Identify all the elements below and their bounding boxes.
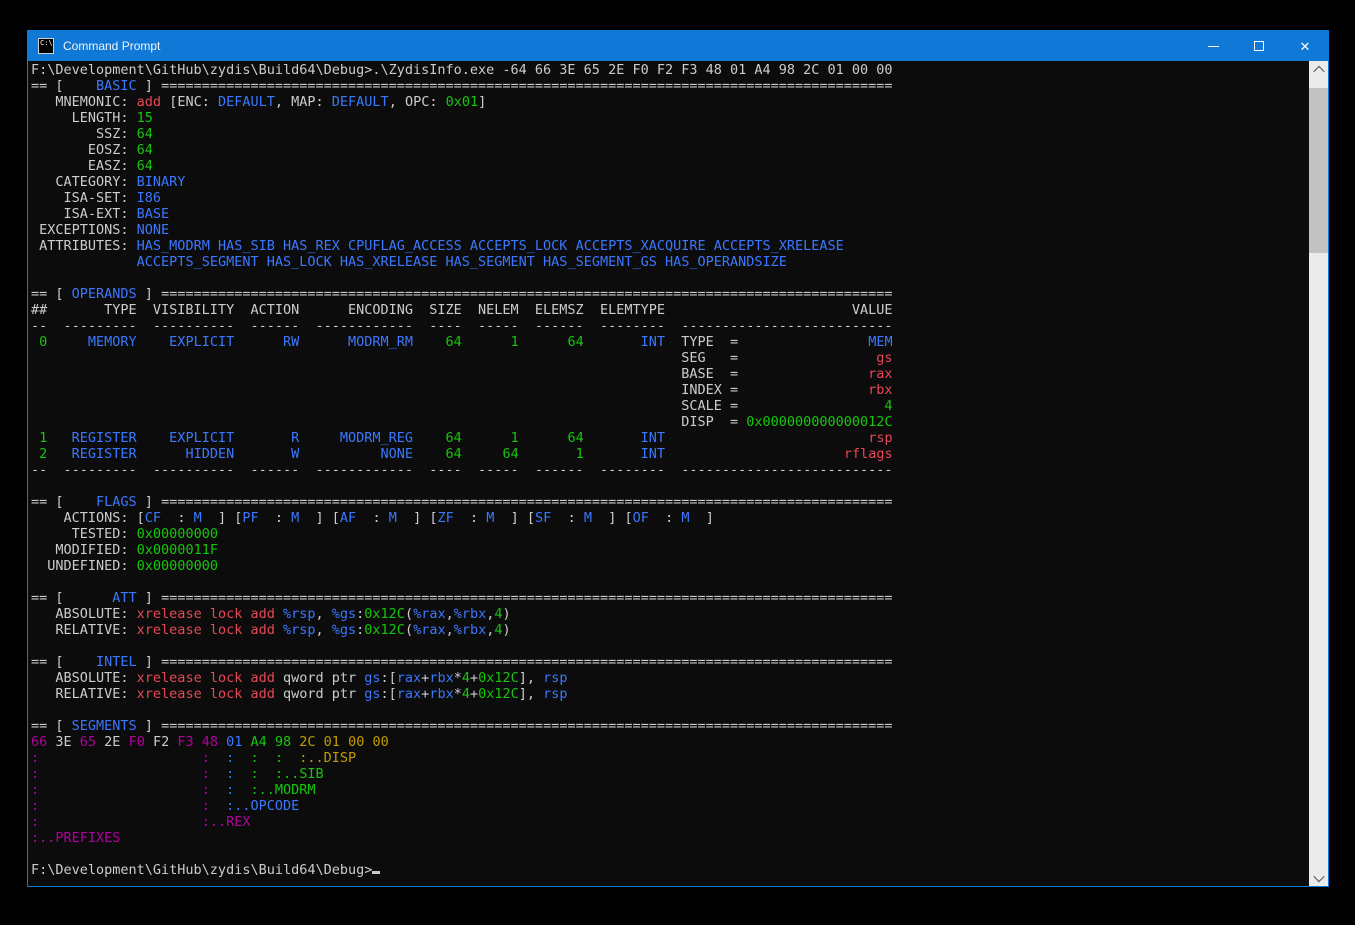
terminal-line: UNDEFINED: 0x00000000 xyxy=(31,558,1309,574)
scroll-down-button[interactable] xyxy=(1309,869,1328,886)
window-title: Command Prompt xyxy=(63,39,1190,53)
chevron-up-icon xyxy=(1313,65,1324,76)
terminal-line: == [ INTEL ] ===========================… xyxy=(31,654,1309,670)
terminal-line xyxy=(31,478,1309,494)
terminal-line: == [ SEGMENTS ] ========================… xyxy=(31,718,1309,734)
chevron-down-icon xyxy=(1313,870,1324,881)
terminal-line: EASZ: 64 xyxy=(31,158,1309,174)
terminal-line: == [ FLAGS ] ===========================… xyxy=(31,494,1309,510)
terminal-line: F:\Development\GitHub\zydis\Build64\Debu… xyxy=(31,862,1309,878)
terminal-line: -- --------- ---------- ------ ---------… xyxy=(31,318,1309,334)
terminal-line xyxy=(31,702,1309,718)
terminal-line: : : : :..MODRM xyxy=(31,782,1309,798)
terminal-line: SSZ: 64 xyxy=(31,126,1309,142)
terminal-line: EOSZ: 64 xyxy=(31,142,1309,158)
cmd-icon-text: C:\ xyxy=(40,39,53,47)
terminal-line: DISP = 0x000000000000012C xyxy=(31,414,1309,430)
terminal-line xyxy=(31,638,1309,654)
terminal-line: == [ BASIC ] ===========================… xyxy=(31,78,1309,94)
vertical-scrollbar[interactable] xyxy=(1309,61,1328,886)
terminal-line: ACCEPTS_SEGMENT HAS_LOCK HAS_XRELEASE HA… xyxy=(31,254,1309,270)
terminal-line: == [ ATT ] =============================… xyxy=(31,590,1309,606)
cmd-icon: C:\ xyxy=(38,38,54,54)
terminal-line: SEG = gs xyxy=(31,350,1309,366)
terminal-line: : : :..OPCODE xyxy=(31,798,1309,814)
terminal-line: 1 REGISTER EXPLICIT R MODRM_REG 64 1 64 … xyxy=(31,430,1309,446)
window-controls: ✕ xyxy=(1190,31,1328,61)
terminal-line xyxy=(31,574,1309,590)
close-button[interactable]: ✕ xyxy=(1282,31,1328,61)
terminal-line: EXCEPTIONS: NONE xyxy=(31,222,1309,238)
terminal-line: MODIFIED: 0x0000011F xyxy=(31,542,1309,558)
terminal-line: BASE = rax xyxy=(31,366,1309,382)
text-cursor xyxy=(372,871,380,874)
terminal-line: : :..REX xyxy=(31,814,1309,830)
terminal-line: : : : : : :..DISP xyxy=(31,750,1309,766)
terminal-line: MNEMONIC: add [ENC: DEFAULT, MAP: DEFAUL… xyxy=(31,94,1309,110)
terminal-line: ABSOLUTE: xrelease lock add %rsp, %gs:0x… xyxy=(31,606,1309,622)
title-bar[interactable]: C:\ Command Prompt ✕ xyxy=(28,31,1328,61)
terminal-line: ISA-SET: I86 xyxy=(31,190,1309,206)
terminal-line xyxy=(31,846,1309,862)
terminal-line: ## TYPE VISIBILITY ACTION ENCODING SIZE … xyxy=(31,302,1309,318)
minimize-icon xyxy=(1208,46,1219,47)
console-output[interactable]: F:\Development\GitHub\zydis\Build64\Debu… xyxy=(28,61,1309,886)
terminal-line: 2 REGISTER HIDDEN W NONE 64 64 1 INT rfl… xyxy=(31,446,1309,462)
terminal-line: ATTRIBUTES: HAS_MODRM HAS_SIB HAS_REX CP… xyxy=(31,238,1309,254)
terminal-line: -- --------- ---------- ------ ---------… xyxy=(31,462,1309,478)
terminal-line: ACTIONS: [CF : M ] [PF : M ] [AF : M ] [… xyxy=(31,510,1309,526)
terminal-line: CATEGORY: BINARY xyxy=(31,174,1309,190)
terminal-line: ISA-EXT: BASE xyxy=(31,206,1309,222)
terminal-line: : : : : :..SIB xyxy=(31,766,1309,782)
terminal-line: 0 MEMORY EXPLICIT RW MODRM_RM 64 1 64 IN… xyxy=(31,334,1309,350)
scroll-up-button[interactable] xyxy=(1309,61,1328,78)
terminal-line: 66 3E 65 2E F0 F2 F3 48 01 A4 98 2C 01 0… xyxy=(31,734,1309,750)
scrollbar-thumb[interactable] xyxy=(1309,88,1328,253)
terminal-line: ABSOLUTE: xrelease lock add qword ptr gs… xyxy=(31,670,1309,686)
terminal-line: LENGTH: 15 xyxy=(31,110,1309,126)
terminal-line: :..PREFIXES xyxy=(31,830,1309,846)
terminal-line: RELATIVE: xrelease lock add %rsp, %gs:0x… xyxy=(31,622,1309,638)
terminal-line xyxy=(31,270,1309,286)
terminal-line: RELATIVE: xrelease lock add qword ptr gs… xyxy=(31,686,1309,702)
terminal-line: TESTED: 0x00000000 xyxy=(31,526,1309,542)
terminal-line: INDEX = rbx xyxy=(31,382,1309,398)
terminal-line: == [ OPERANDS ] ========================… xyxy=(31,286,1309,302)
maximize-icon xyxy=(1254,41,1264,51)
terminal-line: F:\Development\GitHub\zydis\Build64\Debu… xyxy=(31,62,1309,78)
command-prompt-window: C:\ Command Prompt ✕ F:\Development\GitH… xyxy=(27,30,1329,887)
minimize-button[interactable] xyxy=(1190,31,1236,61)
terminal-line: SCALE = 4 xyxy=(31,398,1309,414)
close-icon: ✕ xyxy=(1300,40,1311,53)
maximize-button[interactable] xyxy=(1236,31,1282,61)
